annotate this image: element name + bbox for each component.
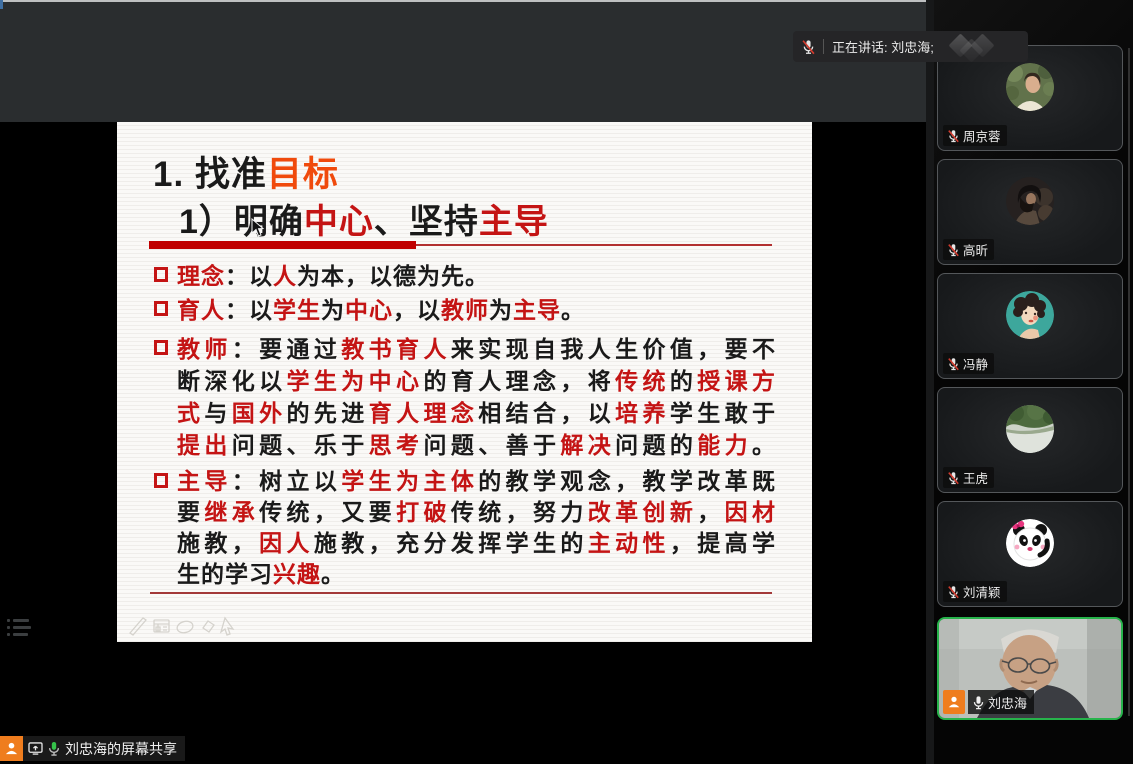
slide-title-line2: 1）明确中心、坚持主导 xyxy=(179,194,549,243)
mic-muted-icon xyxy=(947,585,960,599)
list-outline-icon[interactable] xyxy=(7,617,31,641)
host-badge xyxy=(943,690,965,714)
participant-name: 王虎 xyxy=(963,468,988,487)
avatar xyxy=(1006,63,1054,111)
participant-name: 刘清颖 xyxy=(963,582,1001,601)
presentation-slide: 1. 找准目标 1）明确中心、坚持主导 理念：以人为本，以德为先。 育人：以学生… xyxy=(117,122,812,642)
participant-name: 高昕 xyxy=(963,240,988,259)
bullet-teacher: 教师：要通过教书育人来实现自我人生价值，要不 断深化以学生为中心的育人理念，将传… xyxy=(152,333,775,461)
bullet-leading: 主导：树立以学生为主体的教学观念，教学改革既 要继承传统，又要打破传统，努力改革… xyxy=(152,466,775,590)
bullet-square-icon xyxy=(154,473,168,488)
name-chip: 周京蓉 xyxy=(943,125,1007,146)
host-badge xyxy=(0,736,23,761)
grid-icon xyxy=(154,624,169,632)
bullet-square-icon xyxy=(154,301,168,316)
screen-share-view: 1. 找准目标 1）明确中心、坚持主导 理念：以人为本，以德为先。 育人：以学生… xyxy=(0,0,930,764)
share-banner-body: 刘忠海的屏幕共享 xyxy=(23,736,185,761)
bullet-education: 育人：以学生为中心，以教师为主导。 xyxy=(152,294,775,326)
laser-ellipse-icon xyxy=(176,620,194,635)
pencil-icon xyxy=(130,618,146,635)
mic-muted-icon xyxy=(947,471,960,485)
speaking-indicator-bar: 正在讲话: 刘忠海; xyxy=(793,31,1028,62)
arrow-cursor-icon xyxy=(221,618,233,635)
speaking-label: 正在讲话: 刘忠海; xyxy=(832,37,934,56)
person-icon xyxy=(4,741,19,756)
name-chip: 高昕 xyxy=(943,239,994,260)
watermark-logo xyxy=(948,34,1002,60)
mic-muted-icon xyxy=(947,243,960,257)
name-chip: 冯静 xyxy=(943,353,994,374)
bullet-concept: 理念：以人为本，以德为先。 xyxy=(152,260,775,292)
mic-on-icon xyxy=(972,695,985,710)
name-chip: 刘忠海 xyxy=(943,690,1034,714)
bullet-square-icon xyxy=(154,267,168,282)
shared-screen-top-edge xyxy=(0,0,930,2)
screen-share-banner: 刘忠海的屏幕共享 xyxy=(0,736,185,761)
participant-tile-4[interactable]: 王虎 xyxy=(937,387,1123,493)
participants-sidebar: 周京蓉 xyxy=(930,0,1133,764)
mic-on-icon xyxy=(47,741,61,756)
bullet-square-icon xyxy=(154,340,168,355)
shared-screen-corner-artifact xyxy=(0,0,3,9)
screen-share-icon xyxy=(28,742,43,755)
title-accent-bar xyxy=(149,241,416,249)
participant-tile-3[interactable]: 冯静 xyxy=(937,273,1123,379)
participant-name: 刘忠海 xyxy=(988,693,1027,712)
participant-tile-6-active-speaker[interactable]: 刘忠海 xyxy=(937,617,1123,720)
shared-screen-top-band xyxy=(0,0,930,122)
mic-muted-icon xyxy=(947,129,960,143)
avatar xyxy=(1006,177,1054,225)
name-chip: 王虎 xyxy=(943,467,994,488)
meeting-window: 1. 找准目标 1）明确中心、坚持主导 理念：以人为本，以德为先。 育人：以学生… xyxy=(0,0,1133,764)
sidebar-scrollbar[interactable] xyxy=(1128,48,1130,716)
avatar xyxy=(1006,519,1054,567)
divider xyxy=(823,39,824,54)
person-icon xyxy=(947,695,961,709)
slide-title-line1: 1. 找准目标 xyxy=(153,146,339,197)
mic-muted-icon xyxy=(801,39,816,55)
avatar xyxy=(1006,405,1054,453)
share-banner-label: 刘忠海的屏幕共享 xyxy=(65,739,177,759)
participant-name: 周京蓉 xyxy=(963,126,1001,145)
participant-tile-2[interactable]: 高昕 xyxy=(937,159,1123,265)
slide-bottom-rule xyxy=(150,592,772,594)
sidebar-seam xyxy=(926,0,934,764)
name-chip: 刘清颖 xyxy=(943,581,1007,602)
participant-name: 冯静 xyxy=(963,354,988,373)
mouse-cursor-icon xyxy=(251,218,265,238)
eraser-icon xyxy=(203,621,214,632)
avatar xyxy=(1006,291,1054,339)
title-accent-line xyxy=(416,244,772,246)
participant-tile-5[interactable]: 刘清颖 xyxy=(937,501,1123,607)
presenter-tools xyxy=(127,614,239,636)
mic-muted-icon xyxy=(947,357,960,371)
